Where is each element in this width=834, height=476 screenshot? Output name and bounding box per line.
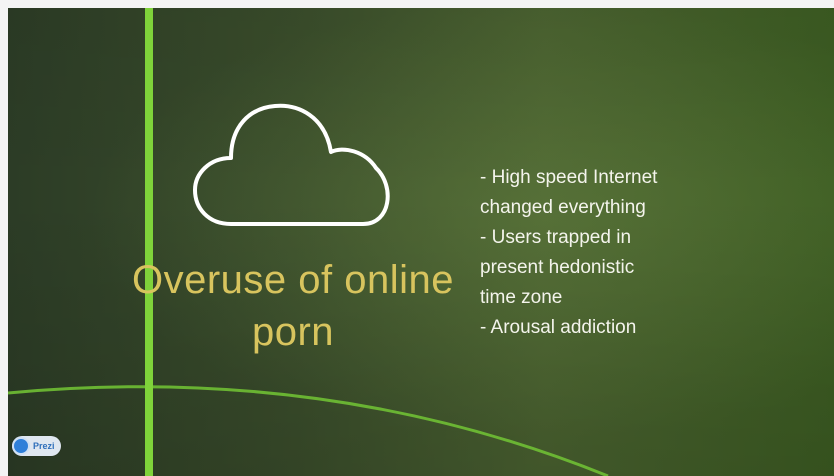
presentation-slide: Overuse of online porn - High speed Inte… [8,8,834,476]
bullet-line: changed everything [480,197,646,218]
prezi-logo-icon [12,437,30,455]
bullet-line: - Arousal addiction [480,317,637,338]
bullet-line: - High speed Internet [480,167,658,188]
cloud-icon [193,103,390,226]
prezi-badge[interactable]: Prezi [12,436,61,456]
bullet-line: - Users trapped in [480,227,632,248]
bullet-list: - High speed Internet changed everything… [480,163,740,343]
slide-title: Overuse of online porn [123,254,463,358]
title-line: Overuse of online [131,258,454,302]
prezi-badge-label: Prezi [33,441,55,451]
vertical-accent-line [145,8,153,476]
bullet-line: present hedonistic [480,257,635,278]
title-line: porn [251,310,335,354]
bullet-line: time zone [480,287,563,308]
